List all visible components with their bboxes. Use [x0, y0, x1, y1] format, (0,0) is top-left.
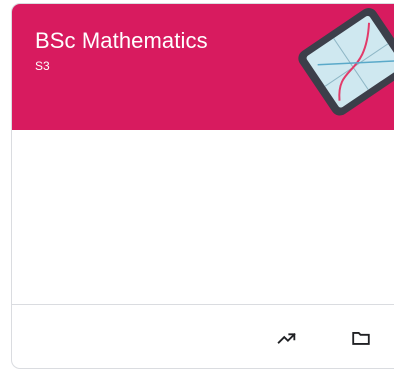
card-footer: [12, 304, 394, 368]
card-body: [12, 130, 394, 304]
folder-icon: [352, 332, 370, 345]
trending-up-icon: [277, 333, 296, 344]
course-banner[interactable]: BSc Mathematics S3: [12, 4, 394, 130]
course-title[interactable]: BSc Mathematics: [35, 28, 208, 54]
course-section: S3: [35, 59, 50, 73]
math-tablet-illustration: [298, 8, 394, 116]
course-card: BSc Mathematics S3: [11, 3, 394, 369]
open-folder-button[interactable]: [341, 318, 381, 358]
insights-button[interactable]: [267, 318, 307, 358]
